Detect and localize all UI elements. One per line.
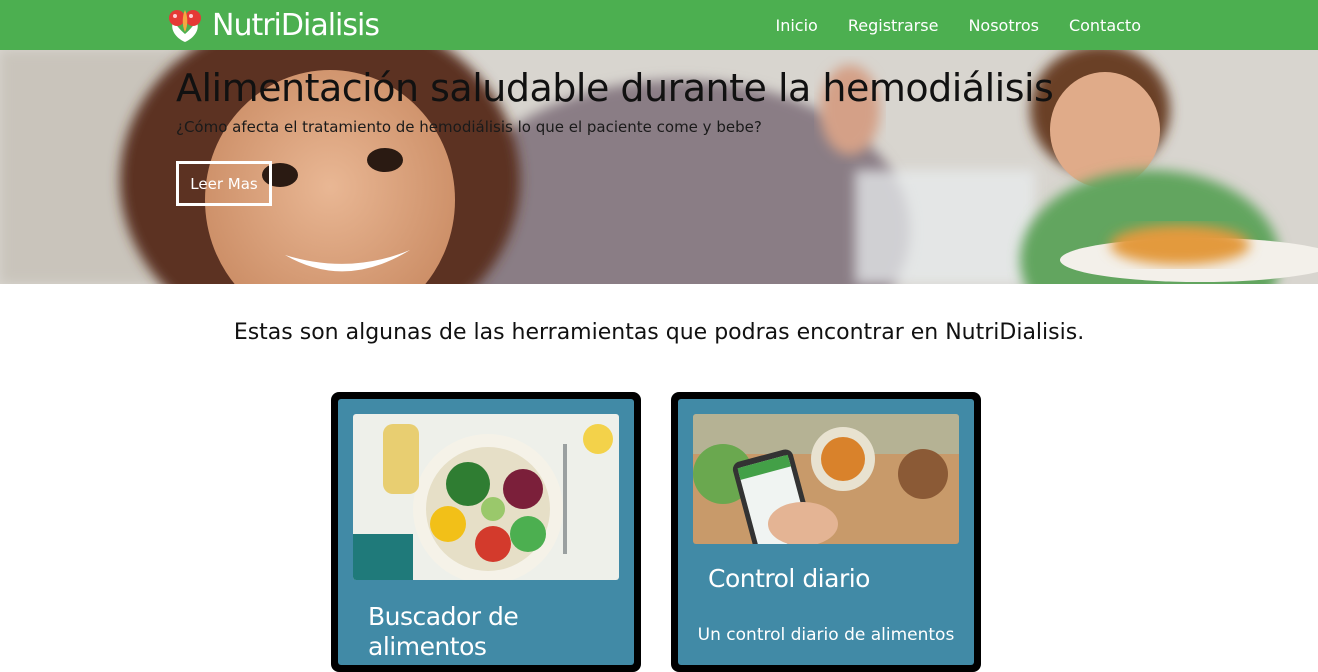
leer-mas-button[interactable]: Leer Mas: [176, 161, 272, 206]
card-title: Buscador de alimentos: [368, 602, 519, 661]
navbar: NutriDialisis Inicio Registrarse Nosotro…: [0, 0, 1318, 50]
tool-card-control[interactable]: Control diario Un control diario de alim…: [671, 392, 981, 672]
salad-bowl-image: [353, 414, 619, 580]
phone-food-image: [693, 414, 959, 544]
nav-link-contacto[interactable]: Contacto: [1069, 16, 1141, 35]
hero-banner: Alimentación saludable durante la hemodi…: [0, 50, 1318, 284]
hero-title: Alimentación saludable durante la hemodi…: [176, 66, 1054, 110]
brand-logo-icon: [169, 10, 201, 42]
section-intro: Estas son algunas de las herramientas qu…: [233, 320, 1085, 345]
nav-links: Inicio Registrarse Nosotros Contacto: [746, 0, 1142, 50]
card-title: Control diario: [708, 564, 870, 593]
brand-logo-link[interactable]: NutriDialisis: [164, 4, 380, 46]
nav-link-inicio[interactable]: Inicio: [776, 16, 818, 35]
card-body: Buscador de alimentos: [338, 399, 634, 665]
card-body: Control diario Un control diario de alim…: [678, 399, 974, 665]
tool-card-buscador[interactable]: Buscador de alimentos: [331, 392, 641, 672]
nav-link-registrarse[interactable]: Registrarse: [848, 16, 939, 35]
hero-subtitle: ¿Cómo afecta el tratamiento de hemodiáli…: [176, 118, 762, 136]
card-description: Un control diario de alimentos: [697, 625, 955, 645]
nav-link-nosotros[interactable]: Nosotros: [968, 16, 1039, 35]
brand-name: NutriDialisis: [212, 7, 380, 43]
